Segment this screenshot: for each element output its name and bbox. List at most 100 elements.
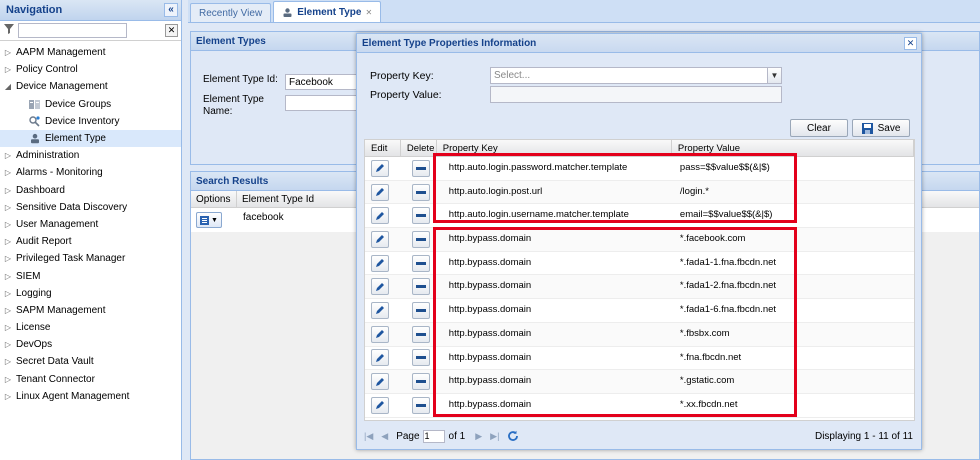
collapsed-arrow-icon[interactable]: ▷ <box>0 254 12 263</box>
table-row[interactable]: http.bypass.domain *.gstatic.com <box>365 370 914 394</box>
next-page-icon[interactable]: ▶ <box>475 431 482 442</box>
sidebar-item[interactable]: ▷ User Management <box>0 216 181 233</box>
previous-page-icon[interactable]: ◀ <box>381 431 388 442</box>
delete-button[interactable] <box>411 183 430 201</box>
collapsed-arrow-icon[interactable]: ▷ <box>0 65 12 74</box>
column-header-options[interactable]: Options <box>191 191 237 207</box>
delete-button[interactable] <box>411 230 430 248</box>
sidebar-item[interactable]: ▷ Dashboard <box>0 182 181 199</box>
edit-button[interactable] <box>371 278 389 296</box>
edit-button[interactable] <box>371 373 389 391</box>
close-tab-icon[interactable]: ✕ <box>365 8 372 17</box>
collapsed-arrow-icon[interactable]: ▷ <box>0 289 12 298</box>
edit-button[interactable] <box>371 254 389 272</box>
sidebar-item[interactable]: ▷ SIEM <box>0 267 181 284</box>
table-row[interactable]: http.bypass.domain *.fada1-6.fna.fbcdn.ne… <box>365 299 914 323</box>
sidebar-item[interactable]: ◢ Device Management <box>0 78 181 95</box>
clear-button[interactable]: Clear <box>790 119 848 137</box>
clear-filter-icon[interactable]: ✕ <box>165 24 178 37</box>
sidebar-item[interactable]: ▷ Linux Agent Management <box>0 388 181 405</box>
first-page-icon[interactable]: |◀ <box>364 431 373 442</box>
delete-button[interactable] <box>411 349 430 367</box>
table-row[interactable]: http.bypass.domain *.fada1-2.fna.fbcdn.ne… <box>365 275 914 300</box>
property-value-input[interactable] <box>490 86 782 103</box>
chevron-down-icon[interactable]: ▼ <box>767 68 781 83</box>
property-key-select[interactable]: Select... ▼ <box>490 67 782 84</box>
edit-button[interactable] <box>371 396 389 414</box>
collapsed-arrow-icon[interactable]: ▷ <box>0 375 12 384</box>
element-type-id-input[interactable] <box>285 74 365 90</box>
column-header-element-type-id[interactable]: Element Type Id <box>237 191 357 207</box>
sidebar-item[interactable]: ▷ DevOps <box>0 336 181 353</box>
collapsed-arrow-icon[interactable]: ▷ <box>0 186 12 195</box>
sidebar-subitem[interactable]: Element Type <box>0 129 181 148</box>
table-row[interactable]: http.bypass.domain *.fbsbx.com <box>365 322 914 347</box>
collapsed-arrow-icon[interactable]: ▷ <box>0 237 12 246</box>
save-button[interactable]: Save <box>852 119 910 137</box>
delete-button[interactable] <box>411 301 430 319</box>
collapsed-arrow-icon[interactable]: ▷ <box>0 220 12 229</box>
collapsed-arrow-icon[interactable]: ▷ <box>0 168 12 177</box>
table-row[interactable]: http.bypass.domain *.facebook.com <box>365 228 914 252</box>
sidebar-item[interactable]: ▷ Administration <box>0 147 181 164</box>
collapsed-arrow-icon[interactable]: ▷ <box>0 357 12 366</box>
delete-button[interactable] <box>411 373 430 391</box>
collapsed-arrow-icon[interactable]: ▷ <box>0 203 12 212</box>
last-page-icon[interactable]: ▶| <box>490 431 499 442</box>
sidebar-item[interactable]: ▷ Audit Report <box>0 233 181 250</box>
collapsed-arrow-icon[interactable]: ▷ <box>0 151 12 160</box>
sidebar-item[interactable]: ▷ Alarms - Monitoring <box>0 164 181 181</box>
element-type-name-input[interactable] <box>285 95 365 111</box>
edit-button[interactable] <box>371 301 389 319</box>
sidebar-item[interactable]: ▷ Logging <box>0 285 181 302</box>
filter-icon[interactable] <box>3 24 15 37</box>
column-header-edit[interactable]: Edit <box>365 140 401 156</box>
sidebar-item[interactable]: ▷ SAPM Management <box>0 302 181 319</box>
sidebar-item[interactable]: ▷ AAPM Management <box>0 44 181 61</box>
collapse-icon[interactable]: « <box>164 3 178 17</box>
sidebar-item[interactable]: ▷ Secret Data Vault <box>0 353 181 370</box>
edit-button[interactable] <box>371 207 389 225</box>
edit-button[interactable] <box>371 183 389 201</box>
table-row[interactable]: http.bypass.domain *.xx.fbcdn.net <box>365 394 914 418</box>
delete-button[interactable] <box>411 325 430 343</box>
column-header-property-key[interactable]: Property Key <box>437 140 672 156</box>
delete-button[interactable] <box>411 159 430 177</box>
collapsed-arrow-icon[interactable]: ▷ <box>0 323 12 332</box>
tab-recently-view[interactable]: Recently View <box>190 3 272 22</box>
table-row[interactable]: http.auto.login.password.matcher.templat… <box>365 157 914 181</box>
table-row[interactable]: http.bypass.domain *.fna.fbcdn.net <box>365 347 914 371</box>
sidebar-item[interactable]: ▷ Privileged Task Manager <box>0 250 181 267</box>
sidebar-item[interactable]: ▷ License <box>0 319 181 336</box>
expanded-arrow-icon[interactable]: ◢ <box>0 82 12 91</box>
delete-button[interactable] <box>411 278 430 296</box>
sidebar-subitem[interactable]: Device Inventory <box>0 113 181 130</box>
edit-button[interactable] <box>371 230 389 248</box>
options-button[interactable]: ▼ <box>196 212 222 228</box>
page-number-input[interactable] <box>422 429 445 443</box>
delete-button[interactable] <box>411 254 430 272</box>
edit-button[interactable] <box>371 159 389 177</box>
table-row[interactable]: http.auto.login.post.url/login.* <box>365 180 914 205</box>
table-row[interactable]: http.bypass.domain *.fada1-1.fna.fbcdn.ne… <box>365 252 914 276</box>
sidebar-item[interactable]: ▷ Policy Control <box>0 61 181 78</box>
delete-button[interactable] <box>411 207 430 225</box>
sidebar-subitem[interactable]: Device Groups <box>0 96 181 113</box>
delete-button[interactable] <box>411 396 430 414</box>
collapsed-arrow-icon[interactable]: ▷ <box>0 340 12 349</box>
collapsed-arrow-icon[interactable]: ▷ <box>0 272 12 281</box>
navigation-filter-input[interactable] <box>18 23 127 38</box>
collapsed-arrow-icon[interactable]: ▷ <box>0 306 12 315</box>
collapsed-arrow-icon[interactable]: ▷ <box>0 392 12 401</box>
edit-button[interactable] <box>371 325 389 343</box>
column-header-delete[interactable]: Delete <box>401 140 437 156</box>
refresh-icon[interactable] <box>507 430 519 442</box>
sidebar-item[interactable]: ▷ Sensitive Data Discovery <box>0 199 181 216</box>
sidebar-item[interactable]: ▷ Tenant Connector <box>0 371 181 388</box>
edit-button[interactable] <box>371 349 389 367</box>
close-window-icon[interactable]: ✕ <box>904 36 917 50</box>
column-header-property-value[interactable]: Property Value <box>672 140 914 156</box>
collapsed-arrow-icon[interactable]: ▷ <box>0 48 12 57</box>
tab-element-type[interactable]: Element Type ✕ <box>273 1 382 22</box>
table-row[interactable]: http.auto.login.username.matcher.templat… <box>365 204 914 229</box>
